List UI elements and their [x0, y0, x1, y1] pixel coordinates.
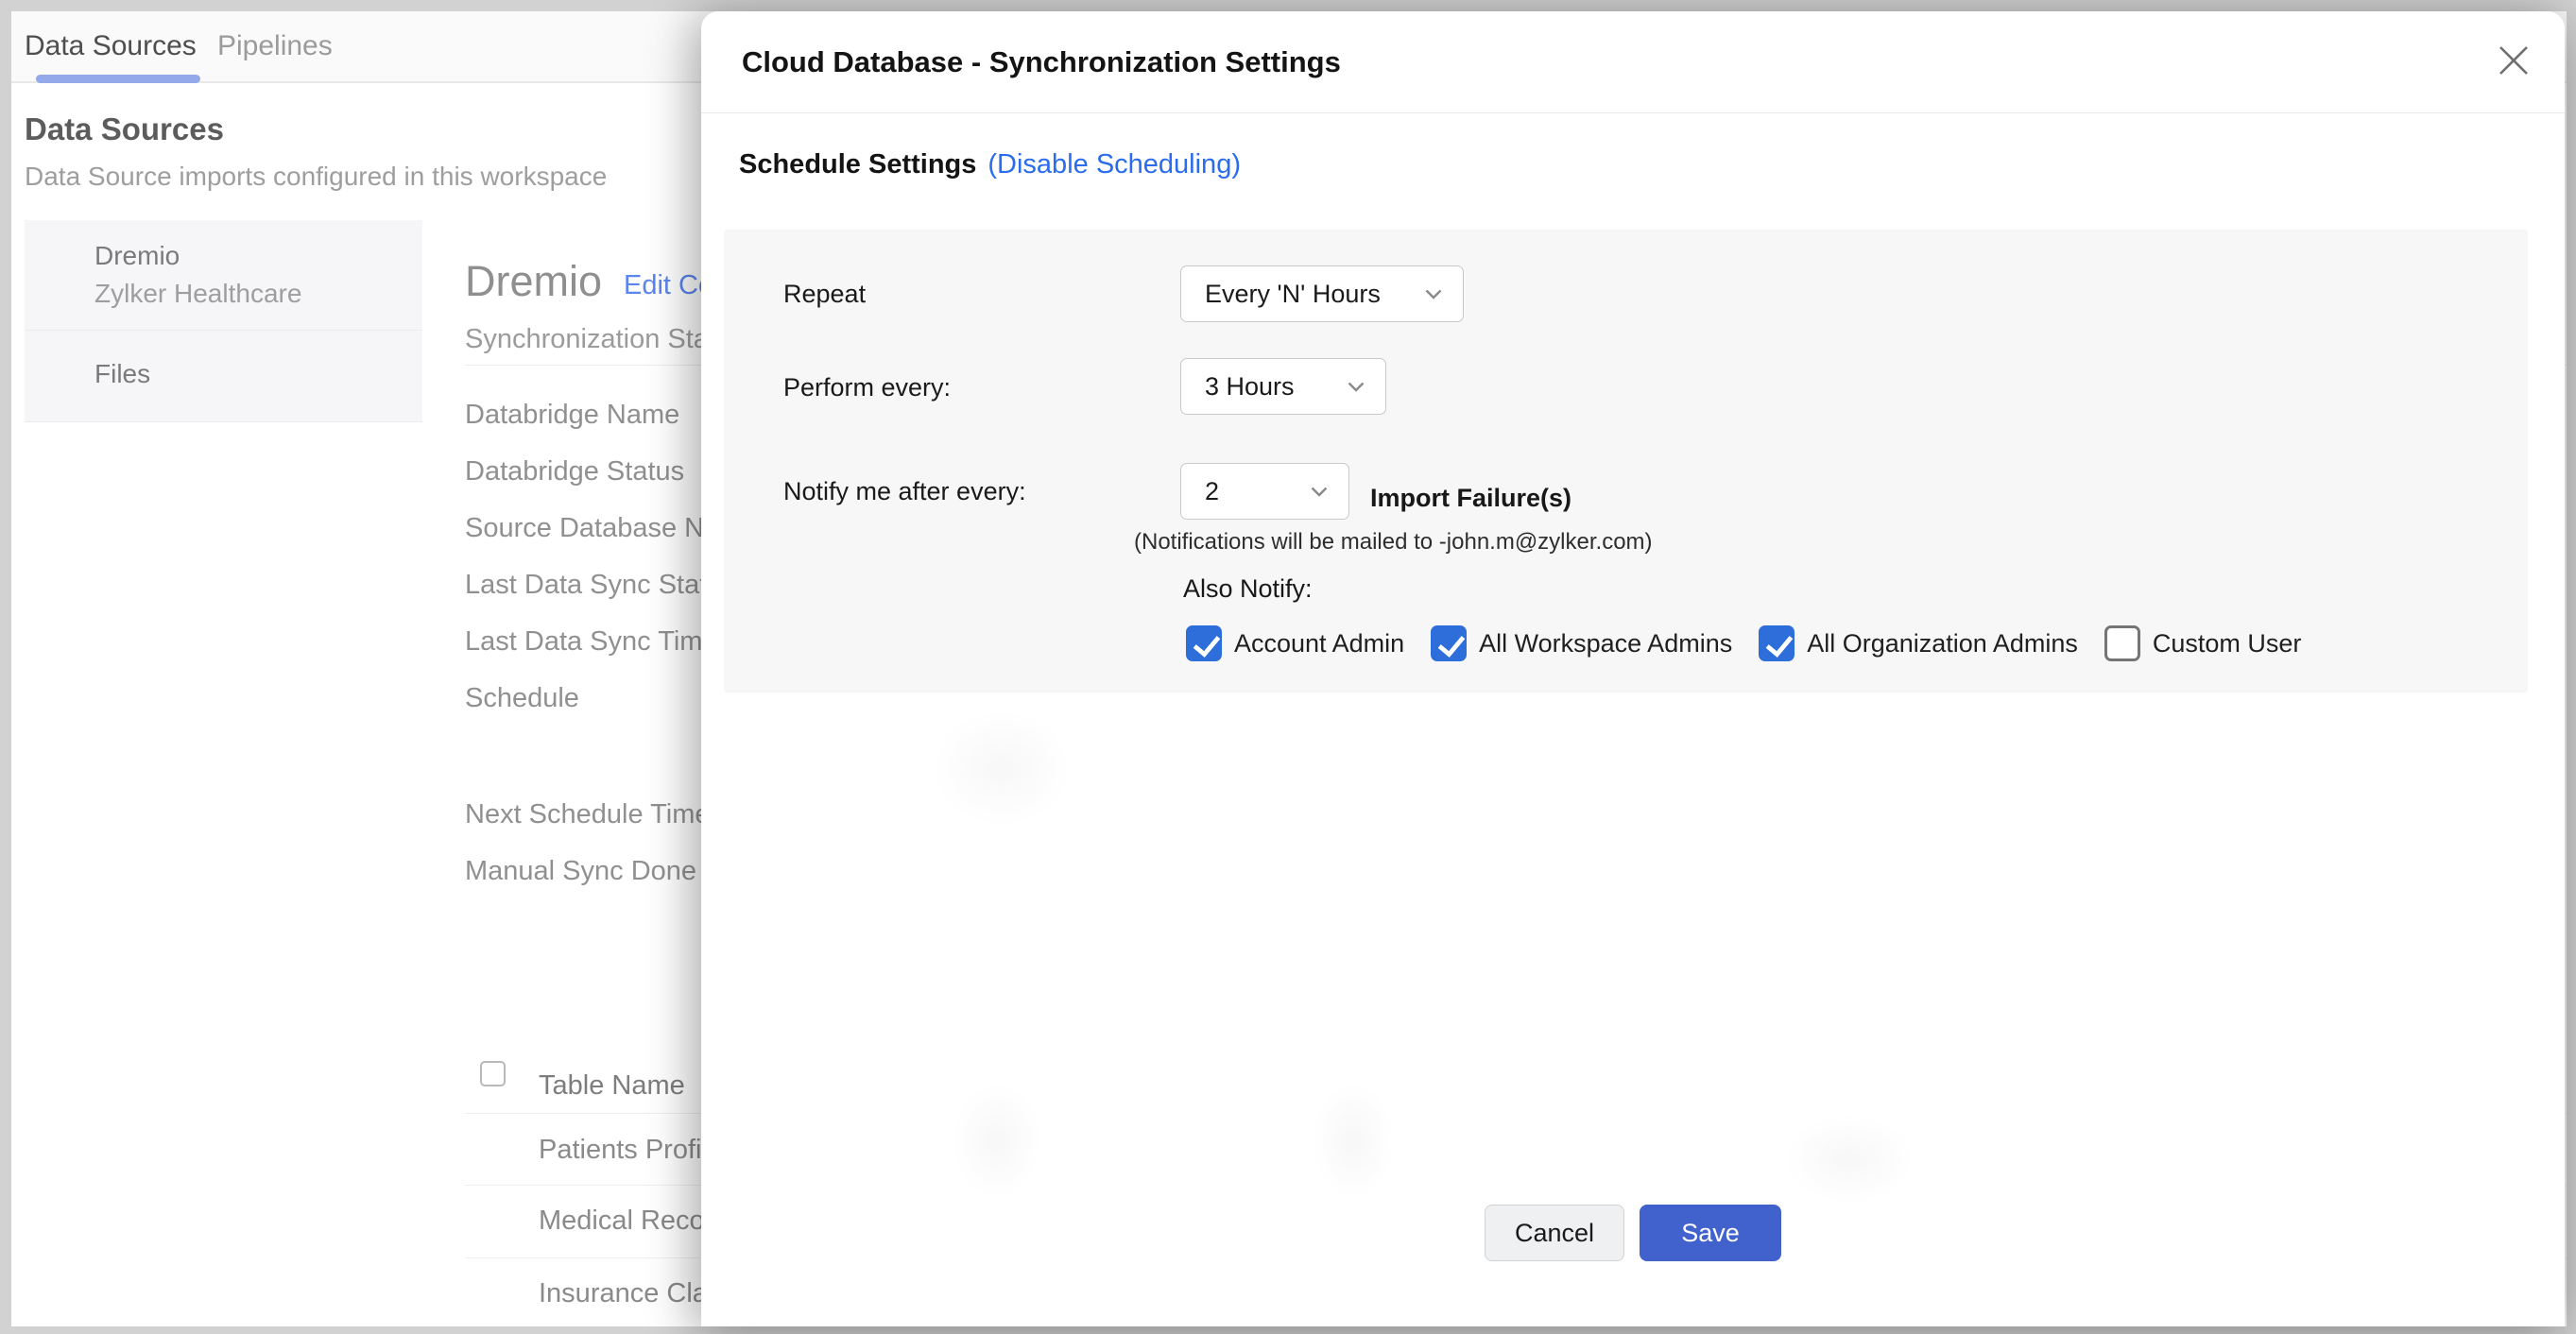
- tab-pipelines-label: Pipelines: [217, 30, 333, 62]
- dialog-header: Cloud Database - Synchronization Setting…: [701, 11, 2565, 113]
- data-source-list: Dremio Zylker Healthcare Files: [25, 220, 422, 422]
- sync-settings-dialog: Cloud Database - Synchronization Setting…: [701, 11, 2565, 1326]
- table-column-header: Table Name: [539, 1070, 685, 1102]
- also-notify-label: Also Notify:: [1183, 572, 1313, 606]
- page-title: Data Sources: [25, 111, 224, 147]
- dialog-actions: Cancel Save: [701, 1205, 2565, 1261]
- list-item-title: Files: [94, 355, 404, 393]
- field-label: Databridge Status: [465, 454, 684, 488]
- repeat-label: Repeat: [783, 277, 866, 311]
- list-item-title: Dremio: [94, 237, 404, 275]
- disable-scheduling-link[interactable]: (Disable Scheduling): [987, 149, 1241, 180]
- list-item-files[interactable]: Files: [25, 331, 422, 422]
- checkbox-account-admin[interactable]: Account Admin: [1186, 625, 1404, 661]
- table-row[interactable]: Patients Profil: [539, 1135, 708, 1166]
- repeat-select-value: Every 'N' Hours: [1205, 280, 1381, 309]
- perform-every-select[interactable]: 3 Hours: [1180, 358, 1386, 415]
- page-subtitle: Data Source imports configured in this w…: [25, 162, 607, 192]
- watermark-shape: [1760, 1098, 1939, 1221]
- notify-count-select-value: 2: [1205, 477, 1219, 506]
- save-button[interactable]: Save: [1640, 1205, 1781, 1261]
- schedule-settings-section: Schedule Settings (Disable Scheduling): [739, 149, 1241, 180]
- edit-connection-link[interactable]: Edit Co: [624, 270, 713, 301]
- checkbox-all-organization-admins[interactable]: All Organization Admins: [1759, 625, 2078, 661]
- list-item-dremio[interactable]: Dremio Zylker Healthcare: [25, 220, 422, 331]
- watermark-shape: [907, 688, 1096, 848]
- repeat-select[interactable]: Every 'N' Hours: [1180, 265, 1464, 322]
- tab-data-sources[interactable]: Data Sources: [25, 11, 197, 81]
- field-label: Databridge Name: [465, 398, 679, 432]
- watermark-shape: [1297, 1060, 1410, 1221]
- also-notify-options: Account Admin All Workspace Admins All O…: [1186, 624, 2301, 663]
- detail-title: Dremio: [465, 257, 602, 306]
- field-label: Last Data Sync Statu: [465, 568, 722, 602]
- tab-data-sources-label: Data Sources: [25, 30, 197, 62]
- notify-after-label: Notify me after every:: [783, 474, 1026, 508]
- checkbox-label: Account Admin: [1234, 629, 1404, 658]
- chevron-down-icon: [1425, 289, 1442, 299]
- perform-every-label: Perform every:: [783, 370, 951, 404]
- chevron-down-icon: [1311, 487, 1328, 497]
- field-label: Manual Sync Done: [465, 854, 696, 888]
- checkbox-icon[interactable]: [1759, 625, 1795, 661]
- cancel-button[interactable]: Cancel: [1485, 1205, 1624, 1261]
- checkbox-label: Custom User: [2153, 629, 2302, 658]
- checkbox-icon[interactable]: [2104, 625, 2140, 661]
- detail-subtitle: Synchronization Stat: [465, 324, 716, 355]
- table-row[interactable]: Insurance Clai: [539, 1278, 713, 1309]
- checkbox-icon[interactable]: [1431, 625, 1467, 661]
- close-icon[interactable]: [2489, 36, 2538, 85]
- checkbox-custom-user[interactable]: Custom User: [2104, 625, 2302, 661]
- list-item-subtitle: Zylker Healthcare: [94, 275, 404, 313]
- field-label: Next Schedule Time: [465, 797, 711, 831]
- chevron-down-icon: [1348, 382, 1365, 392]
- checkbox-all-workspace-admins[interactable]: All Workspace Admins: [1431, 625, 1732, 661]
- tab-pipelines[interactable]: Pipelines: [217, 11, 333, 81]
- checkbox-icon[interactable]: [1186, 625, 1222, 661]
- watermark-shape: [936, 1060, 1058, 1221]
- table-row[interactable]: Medical Recor: [539, 1206, 713, 1237]
- active-tab-underline: [36, 75, 200, 83]
- field-label: Last Data Sync Time: [465, 624, 718, 658]
- select-all-checkbox[interactable]: [480, 1061, 506, 1086]
- notify-count-select[interactable]: 2: [1180, 463, 1349, 520]
- field-label: Schedule: [465, 681, 579, 715]
- checkbox-label: All Workspace Admins: [1479, 629, 1732, 658]
- close-icon-glyph: [2497, 43, 2531, 77]
- field-label: Source Database Na: [465, 511, 719, 545]
- dialog-title: Cloud Database - Synchronization Setting…: [742, 45, 1341, 79]
- section-title: Schedule Settings: [739, 149, 976, 180]
- import-failures-label: Import Failure(s): [1370, 481, 1571, 515]
- notification-note: (Notifications will be mailed to -john.m…: [1134, 529, 1653, 556]
- perform-every-select-value: 3 Hours: [1205, 372, 1295, 402]
- checkbox-label: All Organization Admins: [1807, 629, 2078, 658]
- screen: Data Sources Pipelines Data Sources Data…: [0, 0, 2576, 1334]
